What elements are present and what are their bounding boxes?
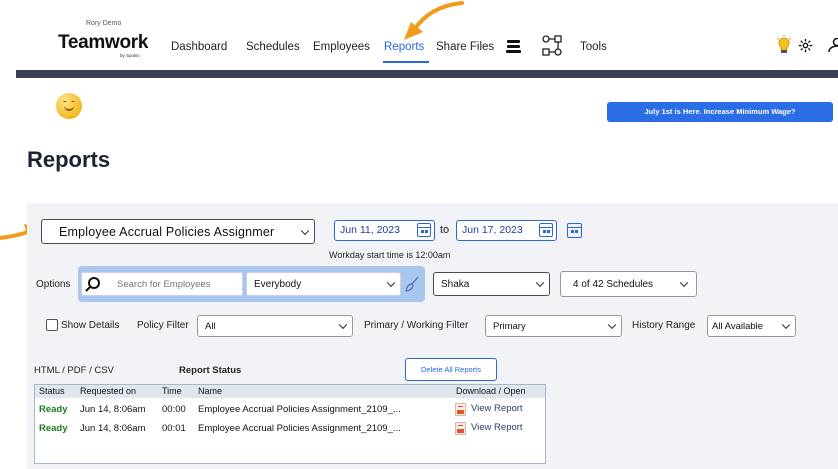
primary-filter-label: Primary / Working Filter [364,320,469,331]
arrow-annotation-reports [404,1,464,40]
employee-group-select[interactable]: Everybody [246,272,401,296]
nav-employees[interactable]: Employees [313,41,370,53]
history-range-select[interactable]: All Available [707,315,796,337]
minimum-wage-banner-button[interactable]: July 1st is Here. Increase Minimum Wage? [607,102,833,122]
chevron-down-icon [386,278,396,288]
chevron-down-icon [781,320,791,330]
view-report-link[interactable]: View Report [471,403,523,414]
policy-filter-label: Policy Filter [137,320,189,331]
schedules-value: 4 of 42 Schedules [573,278,654,290]
html-file-icon[interactable] [455,422,466,435]
policy-filter-select[interactable]: All [197,315,353,337]
end-date-input[interactable]: Jun 17, 2023 [456,220,557,241]
nav-tools[interactable]: Tools [580,41,607,53]
user-icon[interactable] [828,37,838,58]
clear-filter-broom-icon[interactable] [404,276,420,297]
date-range-to-label: to [440,224,450,236]
col-status: Status [39,386,65,396]
chevron-down-icon [679,278,689,288]
calendar-picker-icon[interactable] [567,223,582,238]
brand-byline: by Spokin [120,53,140,58]
company-name: Rory Demo [86,20,122,27]
active-nav-underline [383,61,429,63]
chevron-down-icon [607,320,617,330]
schedules-select[interactable]: 4 of 42 Schedules [560,271,697,297]
delete-all-reports-button[interactable]: Delete All Reports [405,358,497,381]
report-status-table: Status Requested on Time Name Download /… [34,384,546,464]
employee-search-box[interactable] [81,272,243,296]
row-name: Employee Accrual Policies Assignment_210… [198,404,401,415]
location-select[interactable]: Shaka [433,272,550,296]
end-date-value: Jun 17, 2023 [462,224,523,236]
search-icon[interactable] [88,277,100,289]
report-status-heading: Report Status [179,365,242,376]
location-value: Shaka [441,278,470,290]
workday-start-note: Workday start time is 12:00am [329,250,451,260]
row-requested: Jun 14, 8:06am [80,423,146,434]
col-name: Name [198,386,223,396]
report-type-value: Employee Accrual Policies Assignmer [59,224,275,239]
lightbulb-icon[interactable] [776,35,792,60]
history-range-label: History Range [632,320,696,331]
table-header: Status Requested on Time Name Download /… [35,385,545,398]
row-requested: Jun 14, 8:06am [80,404,146,415]
report-type-select[interactable]: Employee Accrual Policies Assignmer [41,219,315,244]
chevron-down-icon [535,278,545,288]
view-report-link[interactable]: View Report [471,422,523,433]
page-title: Reports [27,147,111,172]
col-download: Download / Open [456,386,526,396]
chevron-down-icon [338,320,348,330]
policy-filter-value: All [205,320,216,332]
show-details-label: Show Details [61,320,120,331]
start-date-value: Jun 11, 2023 [340,224,400,236]
workflow-icon[interactable] [540,33,566,64]
options-label: Options [36,279,71,290]
html-file-icon[interactable] [455,403,466,416]
row-time: 00:00 [162,404,186,415]
col-requested: Requested on [80,386,137,396]
history-range-value: All Available [712,320,764,332]
calendar-icon[interactable] [417,223,431,237]
row-status: Ready [39,404,68,415]
primary-filter-select[interactable]: Primary [485,315,622,337]
calendar-icon[interactable] [539,223,553,237]
start-date-input[interactable]: Jun 11, 2023 [334,220,435,241]
nav-divider-bar [16,70,838,78]
brand-logo[interactable]: Teamwork [58,32,148,54]
row-status: Ready [39,423,68,434]
employee-search-input[interactable] [117,278,239,291]
show-details-checkbox[interactable] [46,319,58,331]
row-name: Employee Accrual Policies Assignment_210… [198,423,401,434]
employee-group-value: Everybody [254,278,302,290]
reports-page: Rory Demo Teamwork by Spokin Dashboard S… [0,0,838,469]
stack-icon[interactable] [506,40,521,58]
chevron-down-icon [300,226,310,235]
nav-dashboard[interactable]: Dashboard [171,41,227,53]
mood-emoji-icon[interactable] [56,93,82,119]
gear-icon[interactable] [798,38,813,58]
col-time: Time [162,386,182,396]
row-time: 00:01 [162,423,186,434]
primary-filter-value: Primary [493,320,526,332]
nav-schedules[interactable]: Schedules [246,41,300,53]
formats-label: HTML / PDF / CSV [34,365,114,376]
